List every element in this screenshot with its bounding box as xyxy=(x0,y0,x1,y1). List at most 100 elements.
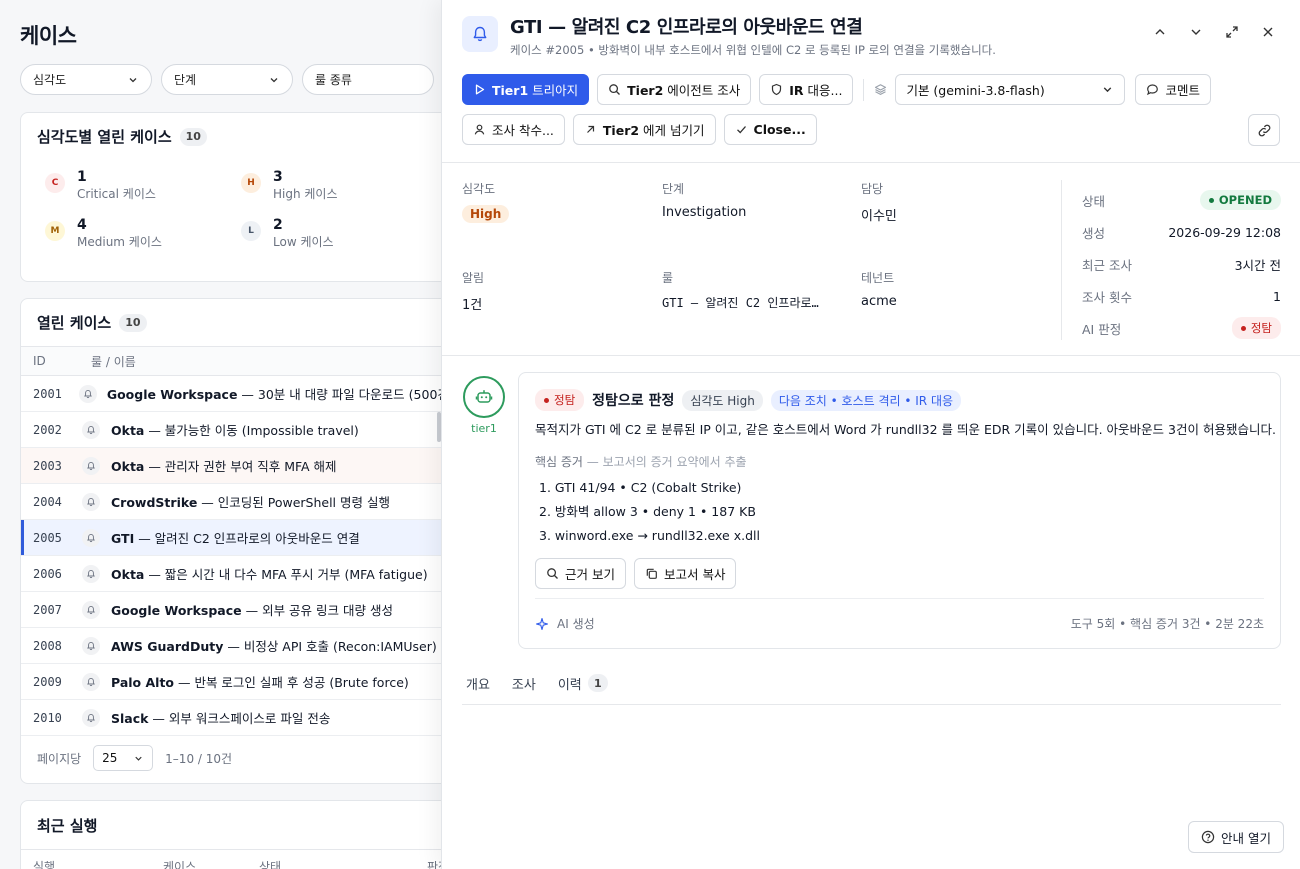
close-case-label: Close... xyxy=(753,122,806,137)
meta-tenant-label: 테넌트 xyxy=(861,271,895,285)
ai-generated-label: AI 생성 xyxy=(557,617,595,631)
case-vendor: Okta xyxy=(111,423,145,438)
table-row[interactable]: 2005 GTI — 알려진 C2 인프라로의 아웃바운드 연결 xyxy=(21,520,441,556)
open-guide-button[interactable]: 안내 열기 xyxy=(1188,821,1284,853)
status-badge: OPENED xyxy=(1199,190,1281,210)
start-investigation-label: 조사 착수... xyxy=(492,123,554,138)
tab-label: 조사 xyxy=(511,677,536,693)
case-rule: — 짧은 시간 내 다수 MFA 푸시 거부 (MFA fatigue) xyxy=(144,567,428,582)
bell-icon xyxy=(77,708,105,727)
handoff-tier2-button[interactable]: Tier2 에게 넘기기 xyxy=(572,114,716,145)
case-name: Okta — 관리자 권한 부여 직후 MFA 해제 xyxy=(105,456,337,475)
table-row[interactable]: 2008 AWS GuardDuty — 비정상 API 호출 (Recon:IA… xyxy=(21,628,441,664)
severity-item[interactable]: M 4 Medium 케이스 xyxy=(45,216,241,250)
drawer-header: GTI — 알려진 C2 인프라로의 아웃바운드 연결 케이스 #2005 • … xyxy=(462,16,996,58)
layers-icon xyxy=(875,84,887,95)
verdict-summary: 목적지가 GTI 에 C2 로 분류된 IP 이고, 같은 호스트에서 Word… xyxy=(535,422,1276,437)
rule-type-filter-label: 룰 종류 xyxy=(315,73,352,87)
check-icon xyxy=(736,126,746,134)
table-row[interactable]: 2004 CrowdStrike — 인코딩된 PowerShell 명령 실행 xyxy=(21,484,441,520)
severity-card-count: 10 xyxy=(179,127,207,146)
table-row[interactable]: 2002 Okta — 불가능한 이동 (Impossible travel) xyxy=(21,412,441,448)
start-investigation-button[interactable]: 조사 착수... xyxy=(462,114,565,145)
copy-report-label: 보고서 복사 xyxy=(663,567,726,582)
ir-response-button[interactable]: IR 대응... xyxy=(759,74,854,105)
severity-filter[interactable]: 심각도 xyxy=(20,64,152,95)
link-icon xyxy=(1258,124,1270,136)
table-row[interactable]: 2009 Palo Alto — 반복 로그인 실패 후 성공 (Brute fo… xyxy=(21,664,441,700)
table-header: ID 룰 / 이름 xyxy=(21,346,441,376)
bell-icon xyxy=(77,564,105,583)
ai-verdict-card: 정탐 정탐으로 판정 심각도 High 다음 조치 • 호스트 격리 • IR … xyxy=(518,372,1281,649)
meta-rule-value[interactable]: GTI — 알려진 C2 인프라로… xyxy=(662,294,861,311)
case-vendor: Google Workspace xyxy=(106,387,238,402)
page-title: 케이스 xyxy=(20,24,77,48)
comment-button[interactable]: 코멘트 xyxy=(1135,74,1211,105)
close-icon[interactable] xyxy=(1258,22,1278,42)
severity-count: 2 xyxy=(273,217,283,233)
search-icon xyxy=(547,568,558,579)
column-id[interactable]: ID xyxy=(21,354,77,368)
recent-runs-card: 최근 실행 실행 케이스 상태 판정 xyxy=(20,800,441,869)
severity-item[interactable]: H 3 High 케이스 xyxy=(241,168,437,202)
tier1-triage-button[interactable]: Tier1 트리아지 xyxy=(462,74,590,105)
per-page-select[interactable]: 25 xyxy=(93,745,154,771)
case-id: 2001 xyxy=(33,386,62,401)
view-evidence-button[interactable]: 근거 보기 xyxy=(535,558,626,589)
case-name: Okta — 불가능한 이동 (Impossible travel) xyxy=(105,420,359,439)
tab-0[interactable]: 개요 xyxy=(466,670,490,696)
chevron-down-icon xyxy=(1104,87,1112,93)
table-row[interactable]: 2007 Google Workspace — 외부 공유 링크 대량 생성 xyxy=(21,592,441,628)
model-select[interactable]: 기본 (gemini-3.8-flash) xyxy=(895,74,1126,105)
table-row[interactable]: 2003 Okta — 관리자 권한 부여 직후 MFA 해제 xyxy=(21,448,441,484)
severity-item[interactable]: C 1 Critical 케이스 xyxy=(45,168,241,202)
table-row[interactable]: 2010 Slack — 외부 워크스페이스로 파일 전송 xyxy=(21,700,441,736)
drawer-title-vendor: GTI xyxy=(510,17,543,38)
meta-tenant-value: acme xyxy=(861,294,897,309)
tier2-agent-button[interactable]: Tier2 에이전트 조사 xyxy=(597,74,752,105)
close-case-button[interactable]: Close... xyxy=(723,114,817,145)
table-row[interactable]: 2006 Okta — 짧은 시간 내 다수 MFA 푸시 거부 (MFA fat… xyxy=(21,556,441,592)
severity-item[interactable]: L 2 Low 케이스 xyxy=(241,216,437,250)
chevron-down-icon[interactable] xyxy=(1186,22,1206,42)
severity-label: Medium 케이스 xyxy=(77,235,162,249)
copy-report-button[interactable]: 보고서 복사 xyxy=(633,558,737,589)
tab-2[interactable]: 이력 1 xyxy=(558,670,608,696)
tab-label: 개요 xyxy=(466,677,490,693)
meta-severity: 심각도 High xyxy=(462,180,662,269)
case-vendor: Slack xyxy=(111,711,149,726)
case-id: 2009 xyxy=(33,674,62,689)
case-vendor: Palo Alto xyxy=(111,675,175,690)
meta-alerts-value: 1건 xyxy=(462,298,483,313)
status-created-value: 2026-09-29 12:08 xyxy=(1168,224,1281,240)
meta-severity-label: 심각도 xyxy=(462,182,496,196)
case-name: AWS GuardDuty — 비정상 API 호출 (Recon:IAMUse… xyxy=(105,636,437,655)
tab-1[interactable]: 조사 xyxy=(512,670,536,696)
handoff-label-rest: 에게 넘기기 xyxy=(639,123,705,138)
evidence-list: 1. GTI 41/94 • C2 (Cobalt Strike) 2. 방화벽 … xyxy=(535,476,1264,548)
severity-grid: C 1 Critical 케이스 H 3 High 케이스 M 4 Medium 케이스 L 2 Lo… xyxy=(21,160,441,250)
column-run: 실행 xyxy=(33,860,56,869)
verdict-title: 정탐으로 판정 xyxy=(592,393,675,409)
copy-link-button[interactable] xyxy=(1248,114,1280,146)
expand-icon[interactable] xyxy=(1222,22,1242,42)
comment-label: 코멘트 xyxy=(1165,83,1200,98)
divider xyxy=(1061,180,1062,340)
stage-filter[interactable]: 단계 xyxy=(161,64,293,95)
chevron-down-icon xyxy=(135,756,142,761)
severity-letter-badge: C xyxy=(45,173,65,193)
table-row[interactable]: 2001 Google Workspace — 30분 내 대량 파일 다운로드 … xyxy=(21,376,441,412)
open-cases-count: 10 xyxy=(119,313,147,332)
evidence-item: 3. winword.exe → rundll32.exe x.dll xyxy=(539,528,760,543)
meta-rule: 룰 GTI — 알려진 C2 인프라로… xyxy=(662,269,861,358)
copy-icon xyxy=(646,568,657,579)
case-vendor: CrowdStrike xyxy=(111,495,198,510)
handoff-label-bold: Tier2 xyxy=(602,123,640,138)
bell-icon xyxy=(77,528,105,547)
case-table-body: 2001 Google Workspace — 30분 내 대량 파일 다운로드 … xyxy=(21,376,441,736)
column-rule-name[interactable]: 룰 / 이름 xyxy=(77,353,136,370)
chevron-up-icon[interactable] xyxy=(1150,22,1170,42)
rule-type-filter[interactable]: 룰 종류 xyxy=(302,64,434,95)
divider xyxy=(442,355,1300,356)
meta-owner-value: 이수민 xyxy=(861,209,897,224)
